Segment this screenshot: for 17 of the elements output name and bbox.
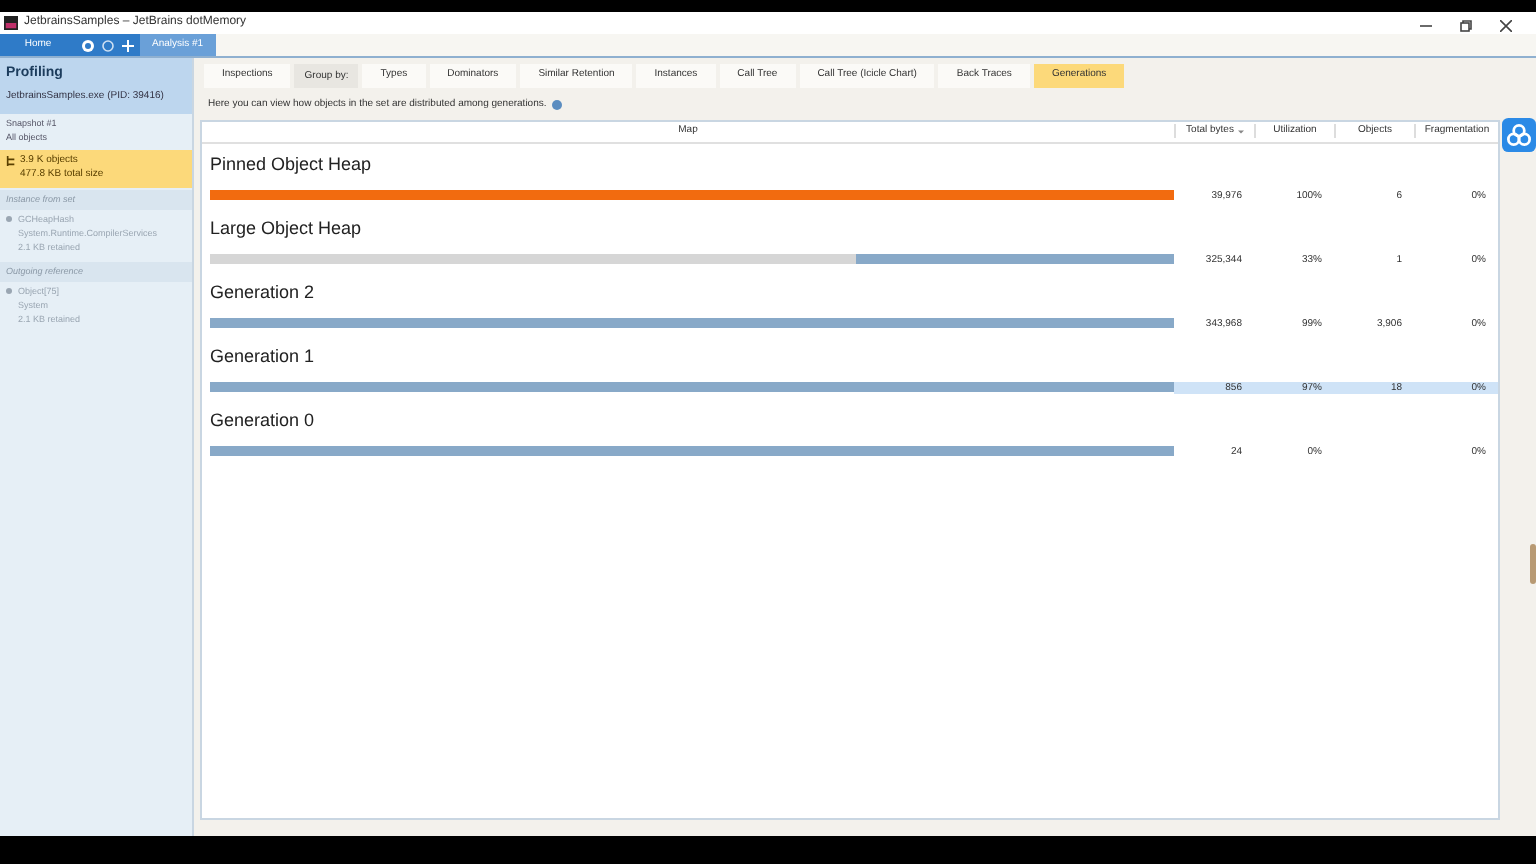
back-icon[interactable] bbox=[82, 39, 94, 51]
bullet-icon bbox=[6, 216, 12, 223]
heap-name: Generation 0 bbox=[210, 408, 317, 434]
close-icon[interactable] bbox=[1500, 19, 1512, 31]
plus-icon[interactable] bbox=[122, 39, 134, 51]
heap-name: Generation 1 bbox=[210, 344, 317, 370]
minimize-icon[interactable] bbox=[1420, 19, 1432, 31]
app-icon bbox=[4, 16, 18, 30]
heap-name: Large Object Heap bbox=[210, 216, 364, 242]
cloud-icon[interactable] bbox=[1502, 118, 1536, 152]
heap-name: Generation 2 bbox=[210, 280, 317, 306]
heap-name: Pinned Object Heap bbox=[210, 152, 374, 178]
bullet-icon bbox=[6, 288, 12, 295]
scrollbar-thumb[interactable] bbox=[1530, 544, 1536, 584]
info-icon[interactable] bbox=[552, 100, 563, 111]
hierarchy-icon bbox=[6, 155, 16, 165]
restore-icon[interactable] bbox=[1460, 19, 1472, 31]
